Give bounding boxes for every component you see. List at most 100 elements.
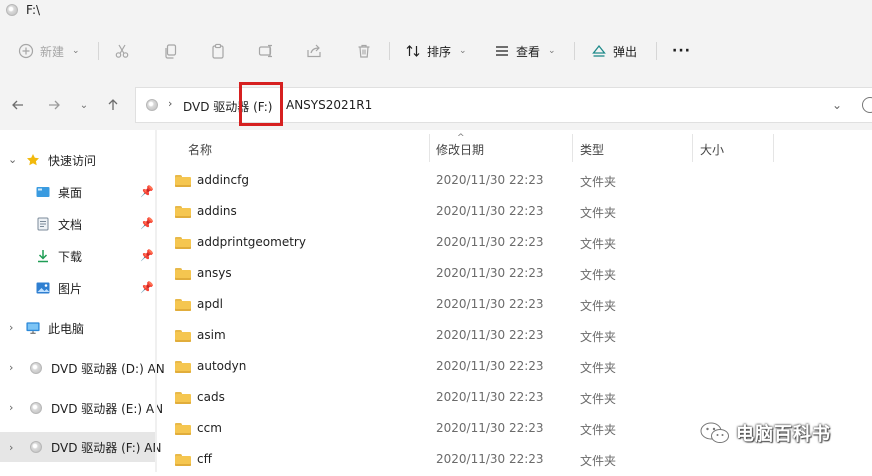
document-icon (36, 217, 50, 231)
file-type: 文件夹 (580, 175, 617, 189)
pin-icon[interactable]: 📌 (140, 217, 154, 230)
delete-button[interactable] (356, 38, 372, 64)
table-row[interactable]: asim 2020/11/30 22:23 文件夹 (157, 321, 872, 352)
file-type: 文件夹 (580, 237, 617, 251)
file-name: cads (197, 390, 225, 404)
breadcrumb-separator-icon: › (168, 97, 173, 110)
up-button[interactable] (103, 95, 123, 115)
column-header-name[interactable]: 名称 (188, 141, 212, 158)
pin-icon[interactable]: 📌 (140, 281, 154, 294)
table-row[interactable]: addprintgeometry 2020/11/30 22:23 文件夹 (157, 228, 872, 259)
new-button[interactable]: 新建 ⌄ (18, 38, 80, 64)
watermark: 电脑百科书 (700, 420, 831, 446)
sidebar-item-pictures[interactable]: 图片 (36, 274, 82, 302)
sidebar-item-label: 桌面 (58, 185, 83, 200)
copy-icon (165, 44, 177, 59)
table-row[interactable]: ansys 2020/11/30 22:23 文件夹 (157, 259, 872, 290)
dvd-drive-icon (29, 440, 43, 454)
chevron-right-icon[interactable]: › (9, 441, 13, 454)
table-row[interactable]: addins 2020/11/30 22:23 文件夹 (157, 197, 872, 228)
file-type: 文件夹 (580, 361, 617, 375)
back-button[interactable] (8, 95, 28, 115)
column-header-size[interactable]: 大小 (700, 141, 724, 158)
pin-icon[interactable]: 📌 (140, 249, 154, 262)
refresh-icon[interactable] (862, 97, 872, 113)
file-date: 2020/11/30 22:23 (436, 173, 544, 187)
file-name: ansys (197, 266, 232, 280)
chevron-right-icon[interactable]: › (9, 401, 13, 414)
chevron-down-icon[interactable]: ⌄ (8, 153, 17, 166)
paste-button[interactable] (210, 38, 226, 64)
eject-icon (592, 44, 606, 57)
file-date: 2020/11/30 22:23 (436, 359, 544, 373)
sidebar-item-dvd-f[interactable]: DVD 驱动器 (F:) AN (29, 433, 162, 461)
sidebar-item-desktop[interactable]: 桌面 (36, 178, 82, 206)
file-date: 2020/11/30 22:23 (436, 452, 544, 466)
sidebar-item-downloads[interactable]: 下载 (36, 242, 82, 270)
view-icon (496, 46, 508, 56)
eject-label: 弹出 (613, 44, 638, 59)
breadcrumb-folder[interactable]: ANSYS2021R1 (286, 98, 372, 112)
sidebar-item-label: 下载 (58, 249, 83, 264)
sidebar-item-label: DVD 驱动器 (E:) AN (51, 401, 164, 416)
sidebar-item-dvd-d[interactable]: DVD 驱动器 (D:) AN (29, 354, 165, 382)
more-options-button[interactable]: ··· (672, 38, 691, 64)
cut-button[interactable] (114, 38, 130, 64)
sidebar-item-label: 图片 (58, 281, 83, 296)
share-button[interactable] (306, 38, 322, 64)
table-row[interactable]: autodyn 2020/11/30 22:23 文件夹 (157, 352, 872, 383)
column-header-type[interactable]: 类型 (580, 141, 604, 158)
file-type: 文件夹 (580, 268, 617, 282)
highlight-box (239, 82, 283, 126)
title-bar: F:\ (0, 0, 872, 22)
chevron-right-icon[interactable]: › (9, 321, 13, 334)
table-row[interactable]: addincfg 2020/11/30 22:23 文件夹 (157, 166, 872, 197)
folder-icon (175, 392, 191, 404)
sidebar-item-this-pc[interactable]: 此电脑 (26, 314, 84, 342)
desktop-icon (36, 185, 50, 199)
file-name: cff (197, 452, 212, 466)
sidebar-item-dvd-e[interactable]: DVD 驱动器 (E:) AN (29, 394, 163, 422)
chevron-down-icon: ⌄ (72, 46, 80, 56)
copy-button[interactable] (163, 38, 179, 64)
view-button[interactable]: 查看 ⌄ (494, 38, 556, 64)
window-title: F:\ (26, 3, 41, 17)
column-divider[interactable] (692, 134, 693, 162)
sidebar-item-documents[interactable]: 文档 (36, 210, 82, 238)
pin-icon[interactable]: 📌 (140, 185, 154, 198)
column-header-date[interactable]: 修改日期 (436, 141, 484, 158)
sidebar-item-label: DVD 驱动器 (D:) AN (51, 361, 165, 376)
sidebar-item-label: 快速访问 (48, 153, 97, 168)
forward-button[interactable] (44, 95, 64, 115)
sort-button[interactable]: 排序 ⌄ (405, 38, 467, 64)
paste-icon (212, 43, 224, 59)
column-divider[interactable] (572, 134, 573, 162)
table-row[interactable]: apdl 2020/11/30 22:23 文件夹 (157, 290, 872, 321)
rename-icon (258, 44, 272, 58)
chevron-down-icon: ⌄ (459, 46, 467, 56)
arrow-left-icon (12, 100, 23, 110)
rename-button[interactable] (258, 38, 274, 64)
file-date: 2020/11/30 22:23 (436, 204, 544, 218)
sidebar-item-quick-access[interactable]: 快速访问 (26, 146, 96, 174)
column-divider[interactable] (773, 134, 774, 162)
file-type: 文件夹 (580, 392, 617, 406)
file-type: 文件夹 (580, 330, 617, 344)
trash-icon (358, 44, 370, 58)
table-row[interactable]: cads 2020/11/30 22:23 文件夹 (157, 383, 872, 414)
chevron-down-icon: ⌄ (79, 99, 89, 111)
folder-icon (175, 175, 191, 187)
file-name: addprintgeometry (197, 235, 306, 249)
file-date: 2020/11/30 22:23 (436, 390, 544, 404)
column-divider[interactable] (429, 134, 430, 162)
watermark-text: 电脑百科书 (736, 424, 831, 445)
dvd-drive-icon (146, 99, 158, 111)
toolbar-divider (98, 42, 99, 60)
chevron-down-icon[interactable]: ⌄ (832, 98, 842, 112)
wechat-icon (700, 422, 729, 443)
table-row[interactable]: cff 2020/11/30 22:23 文件夹 (157, 445, 872, 476)
chevron-right-icon[interactable]: › (9, 361, 13, 374)
recent-locations-button[interactable]: ⌄ (74, 95, 94, 115)
eject-button[interactable]: 弹出 (591, 38, 637, 64)
cut-icon (115, 44, 129, 58)
